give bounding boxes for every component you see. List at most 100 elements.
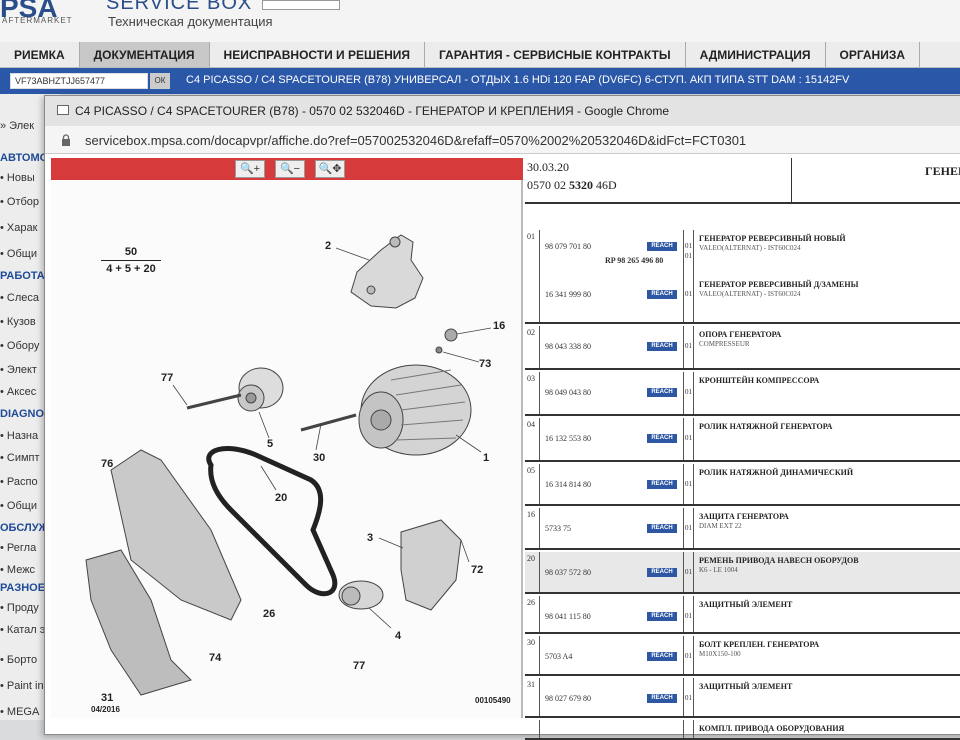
part-reference[interactable]: 98 027 679 80 (545, 694, 591, 703)
part-reference[interactable]: 5703 A4 (545, 652, 572, 661)
support-bracket-part[interactable] (350, 234, 424, 309)
sidebar-item[interactable]: • Слеса (0, 292, 39, 304)
callout-26[interactable]: 26 (263, 608, 275, 620)
callout-1[interactable]: 1 (483, 452, 489, 464)
sidebar-item[interactable]: • Распо (0, 476, 38, 488)
callout-76[interactable]: 76 (101, 458, 113, 470)
nav-item-faults[interactable]: НЕИСПРАВНОСТИ И РЕШЕНИЯ (210, 42, 425, 67)
reach-badge[interactable]: REACH (647, 342, 677, 351)
nav-item-warranty[interactable]: ГАРАНТИЯ - СЕРВИСНЫЕ КОНТРАКТЫ (425, 42, 686, 67)
callout-77[interactable]: 77 (161, 372, 173, 384)
parts-table-row[interactable]: 05 16 314 814 80 REACH 01 РОЛИК НАТЯЖНОЙ ДИН… (525, 464, 960, 506)
sidebar-section[interactable]: DIAGNO (0, 408, 44, 420)
reach-badge[interactable]: REACH (647, 612, 677, 621)
reach-badge[interactable]: REACH (647, 434, 677, 443)
callout-5[interactable]: 5 (267, 438, 273, 450)
zoom-pan-button[interactable]: 🔍✥ (315, 160, 345, 178)
part-reference[interactable]: 16 341 999 80 (545, 290, 591, 299)
exploded-diagram[interactable]: 50 4 + 5 + 20 2 16 73 77 5 30 1 76 20 3 … (51, 180, 523, 718)
parts-table-row[interactable]: 01 98 079 701 80 REACH RP 98 265 496 80 16 3… (525, 230, 960, 324)
alternator-part[interactable] (358, 364, 472, 456)
chrome-popup-window: C4 PICASSO / C4 SPACETOURER (B78) - 0570… (44, 95, 960, 740)
callout-20[interactable]: 20 (275, 492, 287, 504)
sidebar-item[interactable]: • Межс (0, 564, 35, 576)
callout-4[interactable]: 4 (395, 630, 401, 642)
callout-72[interactable]: 72 (471, 564, 483, 576)
sidebar-item[interactable]: • Назна (0, 430, 38, 442)
sidebar-item[interactable]: • Аксес (0, 386, 36, 398)
sidebar-item[interactable]: • Борто (0, 654, 37, 666)
callout-74[interactable]: 74 (209, 652, 221, 664)
reach-badge[interactable]: REACH (647, 480, 677, 489)
reach-badge[interactable]: REACH (647, 388, 677, 397)
sidebar-section[interactable]: АВТОМО (0, 152, 48, 164)
header-search-input[interactable] (262, 0, 340, 10)
part-reference[interactable]: 16 314 814 80 (545, 480, 591, 489)
parts-table-row[interactable]: 16 5733 75 REACH 01 ЗАЩИТА ГЕНЕРАТОРА DIAM EX… (525, 508, 960, 550)
zoom-out-button[interactable]: 🔍− (275, 160, 305, 178)
reach-badge[interactable]: REACH (647, 242, 677, 251)
compressor-bracket-part[interactable] (400, 519, 462, 611)
parts-table-row[interactable]: 02 98 043 338 80 REACH 01 ОПОРА ГЕНЕРАТОРА CO… (525, 326, 960, 370)
nav-item-documentation[interactable]: ДОКУМЕНТАЦИЯ (79, 42, 210, 67)
callout-31[interactable]: 31 (101, 692, 113, 704)
callout-77-lower[interactable]: 77 (353, 660, 365, 672)
reach-badge[interactable]: REACH (647, 568, 677, 577)
vin-ok-button[interactable]: ОК (150, 73, 170, 89)
sidebar-item[interactable]: • Симпт (0, 452, 40, 464)
reach-badge[interactable]: REACH (647, 652, 677, 661)
tensioner-pulley-part[interactable] (237, 367, 284, 412)
reach-badge[interactable]: REACH (647, 694, 677, 703)
part-reference[interactable]: 5733 75 (545, 524, 571, 533)
alternator-bolt-part[interactable] (300, 413, 357, 432)
sidebar-item[interactable]: • Обору (0, 340, 39, 352)
nav-item-reception[interactable]: РИЕМКА (0, 42, 80, 67)
sidebar-item[interactable]: • Элект (0, 364, 37, 376)
sidebar-item[interactable]: • Новы (0, 172, 35, 184)
popup-titlebar[interactable]: C4 PICASSO / C4 SPACETOURER (B78) - 0570… (45, 96, 960, 126)
vin-input[interactable]: VF73ABHZTJJ657477 (10, 73, 148, 89)
sidebar-item[interactable]: • Регла (0, 542, 36, 554)
sidebar-item[interactable]: • Отбор (0, 196, 39, 208)
sidebar-item[interactable]: • Проду (0, 602, 39, 614)
nav-item-admin[interactable]: АДМИНИСТРАЦИЯ (686, 42, 826, 67)
address-bar[interactable]: servicebox.mpsa.com/docapvpr/affiche.do?… (45, 126, 960, 154)
part-reference[interactable]: 98 079 701 80 (545, 242, 591, 251)
callout-3[interactable]: 3 (367, 532, 373, 544)
reach-badge[interactable]: REACH (647, 524, 677, 533)
bolt-part[interactable] (186, 393, 242, 410)
sidebar-item[interactable]: • Общи (0, 248, 37, 260)
zoom-in-button[interactable]: 🔍+ (235, 160, 265, 178)
sidebar-item[interactable]: • Кузов (0, 316, 36, 328)
tensioner-roller-part[interactable] (338, 580, 384, 610)
url-text[interactable]: servicebox.mpsa.com/docapvpr/affiche.do?… (85, 133, 746, 148)
sidebar-section[interactable]: ОБСЛУЖ (0, 522, 49, 534)
parts-table-row[interactable]: 03 98 049 043 80 REACH 01 КРОНШТЕЙН КОМПРЕСС… (525, 372, 960, 416)
parts-table-row[interactable]: 31 98 027 679 80 REACH 01 ЗАЩИТНЫЙ ЭЛЕМЕНТ (525, 678, 960, 718)
parts-table-row[interactable]: 20 98 037 572 80 REACH 01 РЕМЕНЬ ПРИВОДА НАВ… (525, 552, 960, 594)
parts-table-row[interactable]: 26 98 041 115 80 REACH 01 ЗАЩИТНЫЙ ЭЛЕМЕНТ (525, 596, 960, 634)
callout-2[interactable]: 2 (325, 240, 331, 252)
sidebar-item[interactable]: • Общи (0, 500, 37, 512)
psa-logo[interactable]: PSA AFTERMARKET (0, 0, 80, 30)
part-reference[interactable]: 98 041 115 80 (545, 612, 591, 621)
part-reference[interactable]: 98 049 043 80 (545, 388, 591, 397)
parts-table-row[interactable]: КОМПЛ. ПРИВОДА ОБОРУДОВАНИЯ (525, 720, 960, 740)
sidebar-section[interactable]: РАЗНОЕ (0, 582, 45, 594)
part-reference[interactable]: 98 043 338 80 (545, 342, 591, 351)
part-quantity: 01 (685, 612, 692, 620)
parts-table-row[interactable]: 30 5703 A4 REACH 01 БОЛТ КРЕПЛЕН. ГЕНЕРАТОРА… (525, 636, 960, 676)
sidebar-section[interactable]: РАБОТА (0, 270, 45, 282)
part-reference[interactable]: RP 98 265 496 80 (605, 256, 663, 265)
callout-30[interactable]: 30 (313, 452, 325, 464)
reach-badge[interactable]: REACH (647, 290, 677, 299)
parts-table-row[interactable]: 04 16 132 553 80 REACH 01 РОЛИК НАТЯЖНОЙ ГЕН… (525, 418, 960, 462)
sidebar-item[interactable]: » Элек (0, 120, 34, 132)
callout-16[interactable]: 16 (493, 320, 505, 332)
callout-73[interactable]: 73 (479, 358, 491, 370)
part-reference[interactable]: 98 037 572 80 (545, 568, 591, 577)
nav-item-organization[interactable]: ОРГАНИЗА (826, 42, 921, 67)
sidebar-item[interactable]: • Харак (0, 222, 37, 234)
part-reference[interactable]: 16 132 553 80 (545, 434, 591, 443)
sidebar-item[interactable]: • MEGA (0, 706, 39, 718)
